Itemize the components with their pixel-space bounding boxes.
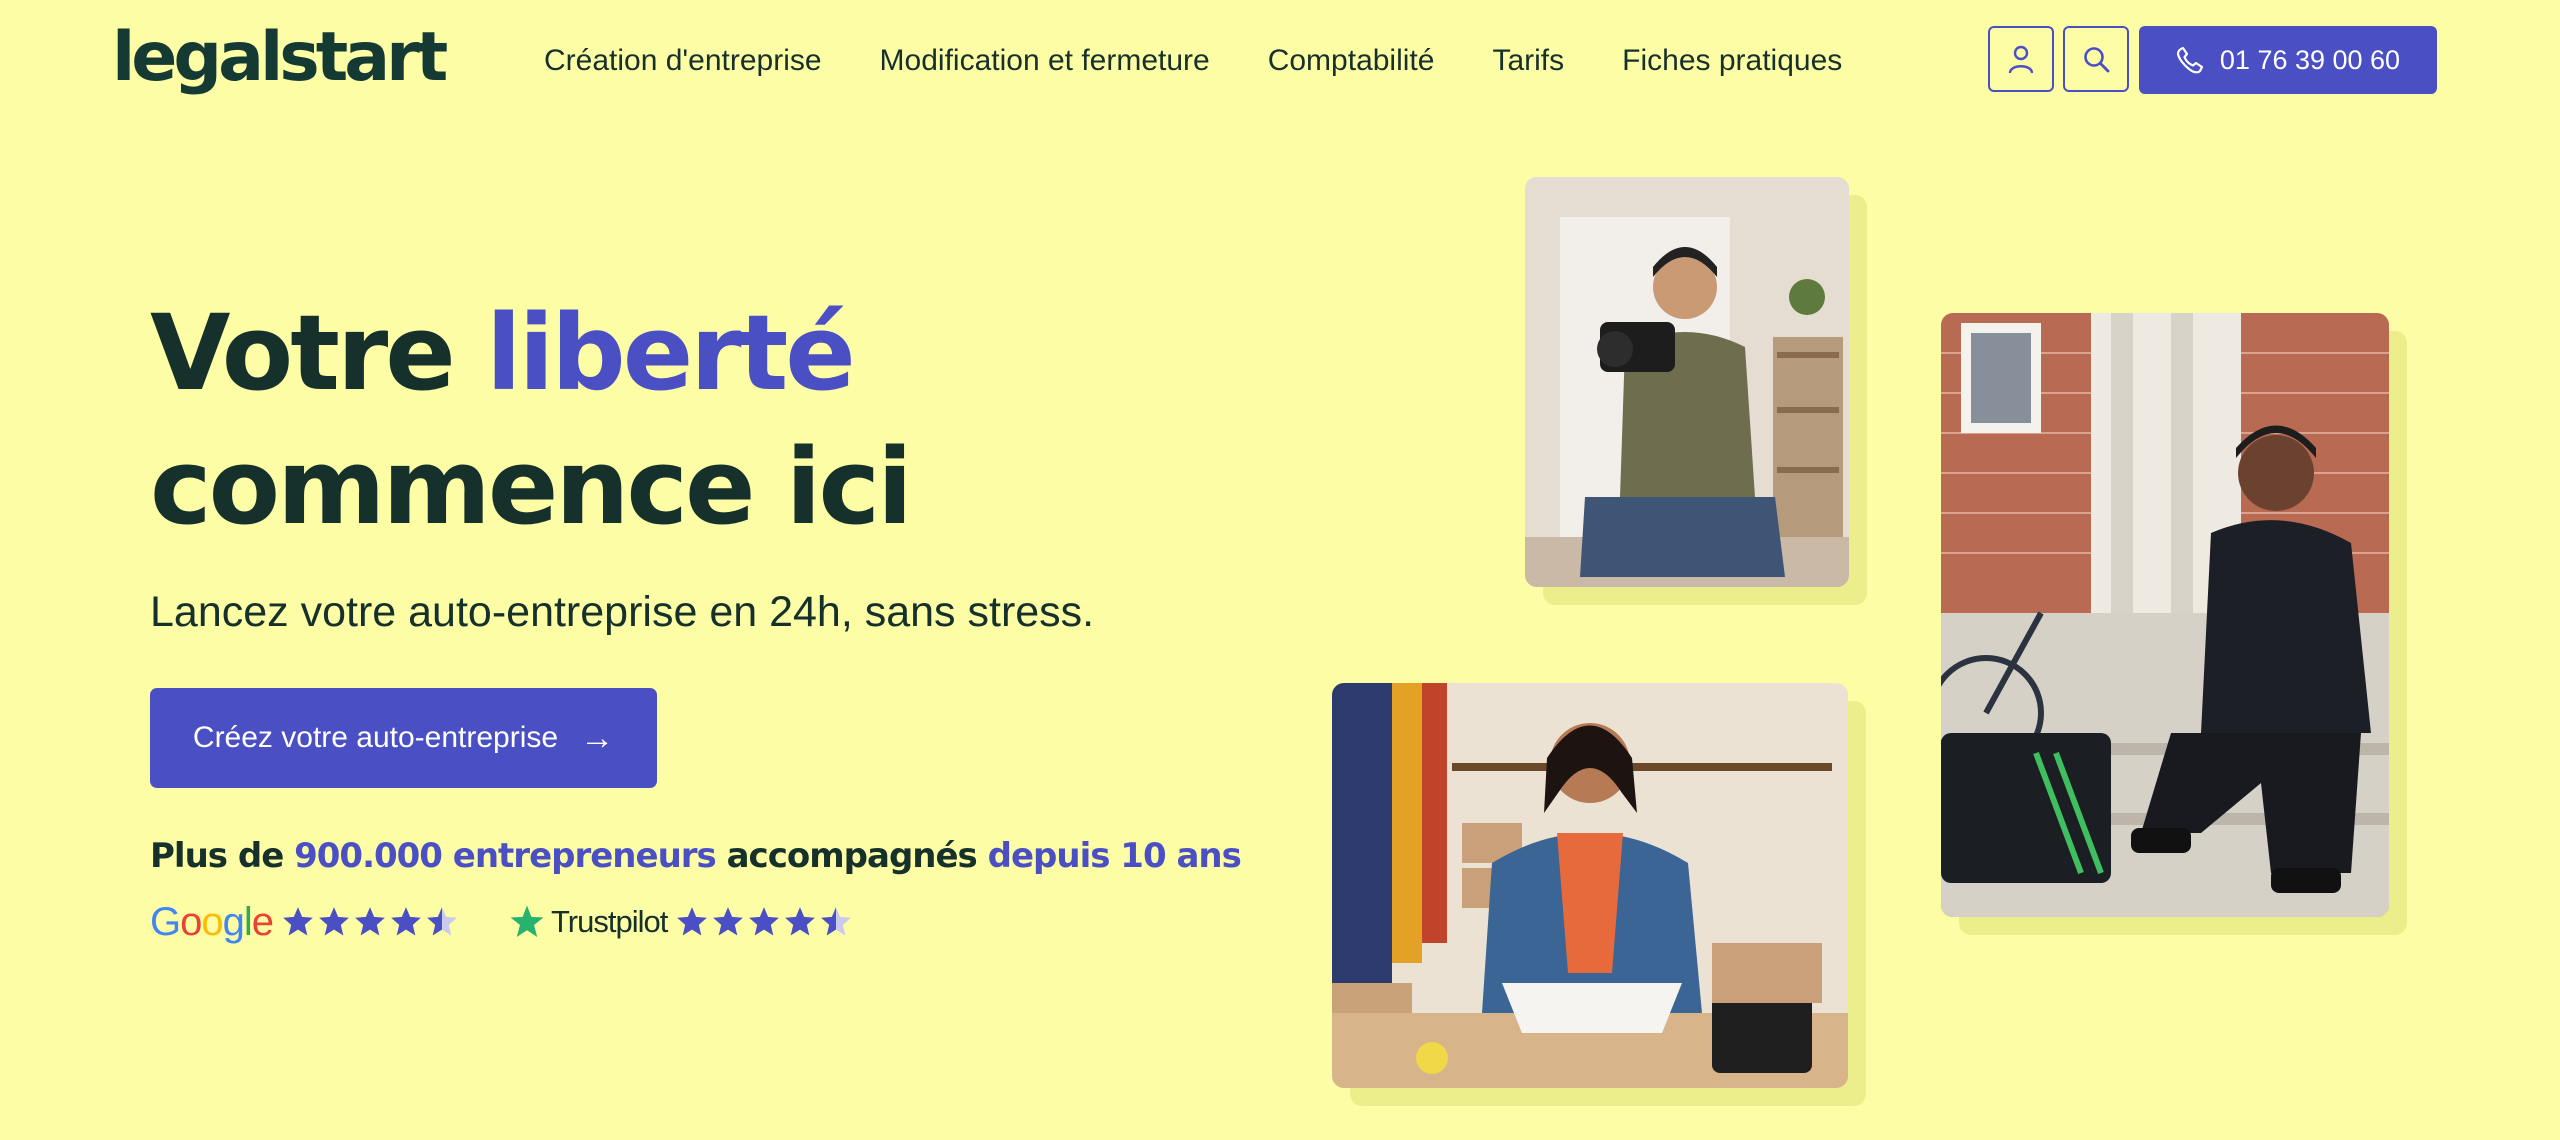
star-icon bbox=[355, 907, 385, 936]
legalstart-logo[interactable]: legalstart bbox=[112, 18, 448, 98]
nav-fiches-pratiques[interactable]: Fiches pratiques bbox=[1622, 44, 1842, 78]
google-logo[interactable]: Google bbox=[150, 900, 274, 945]
nav-modification-fermeture[interactable]: Modification et fermeture bbox=[880, 44, 1210, 78]
hero-title-accent: liberté bbox=[486, 292, 856, 414]
account-button[interactable] bbox=[1988, 26, 2054, 92]
courier-image bbox=[1941, 313, 2389, 917]
social-proof: Plus de 900.000 entrepreneurs accompagné… bbox=[150, 836, 1242, 876]
google-stars bbox=[281, 905, 461, 939]
create-auto-entreprise-button[interactable]: Créez votre auto-entreprise → bbox=[150, 688, 657, 788]
star-icon bbox=[319, 907, 349, 936]
phone-icon bbox=[2176, 46, 2204, 74]
main-nav: Création d'entreprise Modification et fe… bbox=[544, 34, 1900, 88]
hero-title-part1: Votre bbox=[150, 292, 486, 414]
nav-comptabilite[interactable]: Comptabilité bbox=[1268, 44, 1435, 78]
nav-creation-entreprise[interactable]: Création d'entreprise bbox=[544, 44, 822, 78]
proof-part3: accompagnés bbox=[715, 836, 988, 876]
arrow-right-icon: → bbox=[580, 718, 615, 757]
star-icon bbox=[713, 907, 744, 936]
star-icon bbox=[283, 907, 313, 936]
user-icon bbox=[2008, 45, 2034, 74]
phone-button[interactable]: 01 76 39 00 60 bbox=[2139, 26, 2437, 94]
star-icon bbox=[821, 907, 852, 936]
hero-title-line2: commence ici bbox=[150, 426, 913, 548]
photographer-image bbox=[1525, 177, 1849, 587]
phone-number: 01 76 39 00 60 bbox=[2219, 44, 2401, 75]
ratings-row: Google Trustpilot bbox=[150, 898, 855, 946]
hero-subtitle: Lancez votre auto-entreprise en 24h, san… bbox=[150, 588, 1095, 636]
star-icon bbox=[677, 907, 708, 936]
star-icon bbox=[785, 907, 816, 936]
search-icon bbox=[2084, 47, 2110, 73]
proof-part1: Plus de bbox=[150, 836, 295, 876]
trustpilot-label: Trustpilot bbox=[551, 904, 668, 939]
hero-title: Votre liberté commence ici bbox=[150, 286, 913, 554]
seller-image bbox=[1332, 683, 1848, 1088]
trustpilot-star-icon bbox=[510, 905, 544, 937]
star-icon bbox=[749, 907, 780, 936]
trustpilot-stars bbox=[675, 905, 855, 939]
proof-part2: 900.000 entrepreneurs bbox=[294, 836, 717, 876]
nav-tarifs[interactable]: Tarifs bbox=[1492, 44, 1564, 78]
search-button[interactable] bbox=[2063, 26, 2129, 92]
trustpilot-rating[interactable]: Trustpilot bbox=[509, 904, 855, 940]
proof-part4: depuis 10 ans bbox=[987, 836, 1242, 876]
star-icon bbox=[427, 907, 457, 936]
star-icon bbox=[391, 907, 421, 936]
cta-label: Créez votre auto-entreprise bbox=[192, 721, 559, 754]
